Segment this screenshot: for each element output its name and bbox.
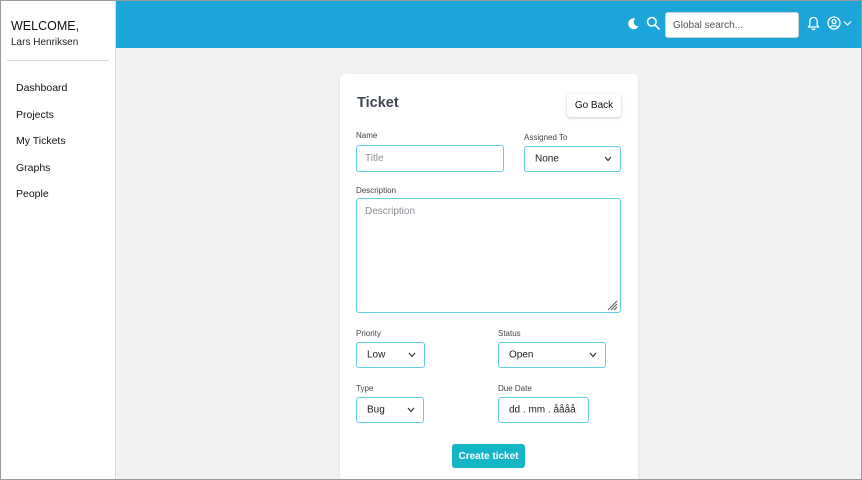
name-label: Name bbox=[356, 131, 378, 140]
assigned-to-value: None bbox=[535, 153, 559, 165]
create-ticket-button[interactable]: Create ticket bbox=[452, 444, 525, 468]
resize-handle-icon[interactable] bbox=[606, 299, 618, 311]
assigned-to-select[interactable]: None bbox=[524, 146, 621, 172]
ticket-form-card: Ticket Go Back Name Assigned To None Des… bbox=[340, 74, 638, 480]
sidebar-item-dashboard[interactable]: Dashboard bbox=[16, 82, 67, 109]
page-title: Ticket bbox=[357, 95, 399, 111]
chevron-down-icon[interactable] bbox=[843, 20, 852, 27]
go-back-button[interactable]: Go Back bbox=[567, 94, 621, 117]
sidebar-nav: Dashboard Projects My Tickets Graphs Peo… bbox=[16, 82, 67, 215]
chevron-down-icon bbox=[407, 407, 415, 413]
sidebar-item-graphs[interactable]: Graphs bbox=[16, 162, 67, 189]
due-date-value: dd . mm . åååå bbox=[509, 404, 576, 416]
chevron-down-icon bbox=[589, 352, 597, 358]
assigned-to-label: Assigned To bbox=[524, 133, 568, 142]
description-textarea[interactable] bbox=[356, 198, 621, 313]
moon-icon[interactable] bbox=[626, 17, 640, 31]
chevron-down-icon bbox=[604, 156, 612, 162]
description-label: Description bbox=[356, 186, 397, 195]
type-value: Bug bbox=[367, 404, 385, 416]
sidebar-item-people[interactable]: People bbox=[16, 188, 67, 215]
sidebar-item-projects[interactable]: Projects bbox=[16, 109, 67, 136]
global-search-input[interactable] bbox=[665, 12, 799, 38]
priority-value: Low bbox=[367, 349, 386, 361]
type-label: Type bbox=[356, 384, 374, 393]
status-value: Open bbox=[509, 349, 534, 361]
priority-label: Priority bbox=[356, 329, 381, 338]
top-header bbox=[116, 1, 861, 48]
user-icon[interactable] bbox=[827, 16, 841, 30]
welcome-heading: WELCOME, bbox=[11, 19, 80, 33]
type-select[interactable]: Bug bbox=[356, 397, 424, 423]
priority-select[interactable]: Low bbox=[356, 342, 425, 368]
chevron-down-icon bbox=[408, 352, 416, 358]
name-input[interactable] bbox=[356, 145, 504, 172]
sidebar-divider bbox=[7, 60, 109, 61]
status-select[interactable]: Open bbox=[498, 342, 606, 368]
status-label: Status bbox=[498, 329, 521, 338]
search-icon[interactable] bbox=[646, 16, 660, 30]
user-name: Lars Henriksen bbox=[11, 37, 79, 48]
due-date-label: Due Date bbox=[498, 384, 532, 393]
due-date-input[interactable]: dd . mm . åååå bbox=[498, 397, 589, 423]
bell-icon[interactable] bbox=[807, 16, 820, 31]
sidebar-item-my-tickets[interactable]: My Tickets bbox=[16, 135, 67, 162]
sidebar: WELCOME, Lars Henriksen Dashboard Projec… bbox=[0, 0, 116, 480]
